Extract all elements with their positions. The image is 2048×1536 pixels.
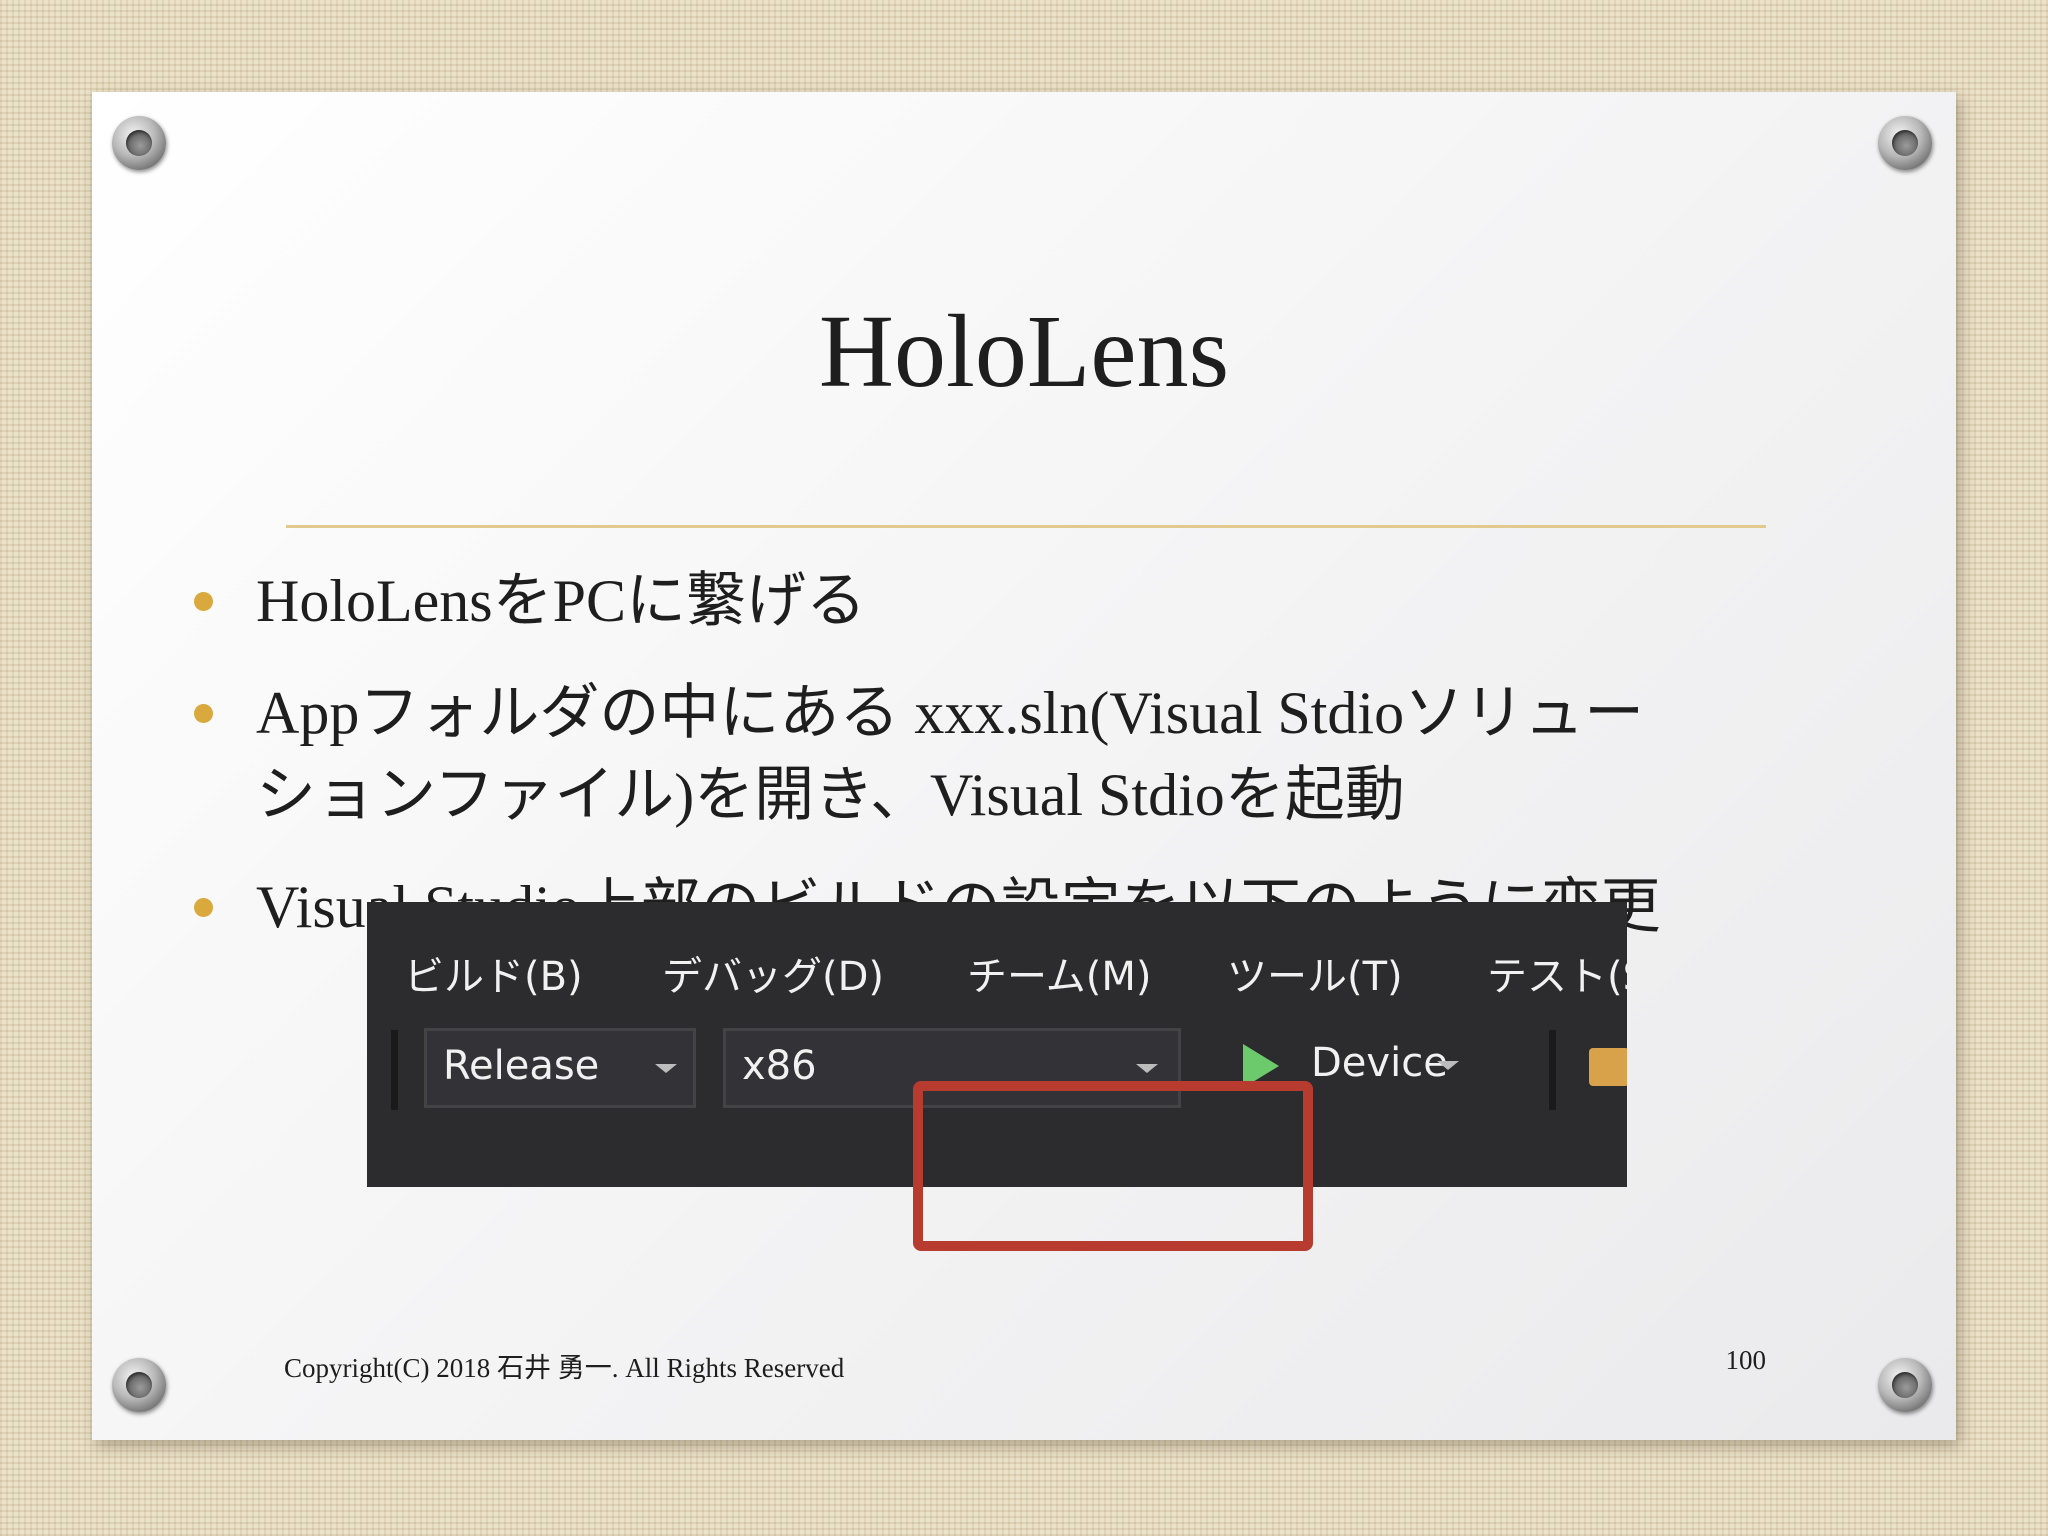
configuration-dropdown[interactable]: Release — [424, 1028, 696, 1108]
footer-copyright: Copyright(C) 2018 石井 勇一. All Rights Rese… — [284, 1353, 845, 1383]
title-divider — [286, 525, 1766, 528]
rivet-bottom-left-icon — [112, 1358, 166, 1412]
menu-team[interactable]: チーム(M) — [967, 944, 1152, 1002]
run-target-label: Device — [1311, 1040, 1448, 1086]
rivet-top-right-icon — [1878, 116, 1932, 170]
bullet-dot-icon — [194, 898, 213, 917]
menu-debug[interactable]: デバッグ(D) — [662, 944, 884, 1002]
toolbar-separator — [391, 1030, 398, 1110]
bullet-text: Appフォルダの中にある xxx.sln(Visual Stdioソリュー ショ… — [256, 680, 1645, 828]
toolbar-separator — [1549, 1030, 1556, 1110]
bullet-dot-icon — [194, 704, 213, 723]
bullet-text: HoloLensをPCに繋げる — [256, 568, 867, 634]
folder-icon[interactable] — [1589, 1048, 1627, 1086]
page-number: 100 — [1725, 1345, 1767, 1375]
bullet-dot-icon — [194, 592, 213, 611]
menu-test[interactable]: テスト(S — [1487, 944, 1627, 1002]
chevron-down-icon — [655, 1064, 677, 1073]
chevron-down-icon — [1136, 1064, 1158, 1073]
menu-build[interactable]: ビルド(B) — [404, 944, 583, 1002]
rivet-bottom-right-icon — [1878, 1358, 1932, 1412]
rivet-top-left-icon — [112, 116, 166, 170]
slide-title: HoloLens — [818, 294, 1230, 409]
configuration-value: Release — [443, 1043, 600, 1089]
highlight-box — [913, 1081, 1313, 1251]
menu-tools[interactable]: ツール(T) — [1227, 944, 1403, 1002]
platform-value: x86 — [742, 1043, 817, 1089]
chevron-down-icon[interactable] — [1437, 1061, 1459, 1070]
